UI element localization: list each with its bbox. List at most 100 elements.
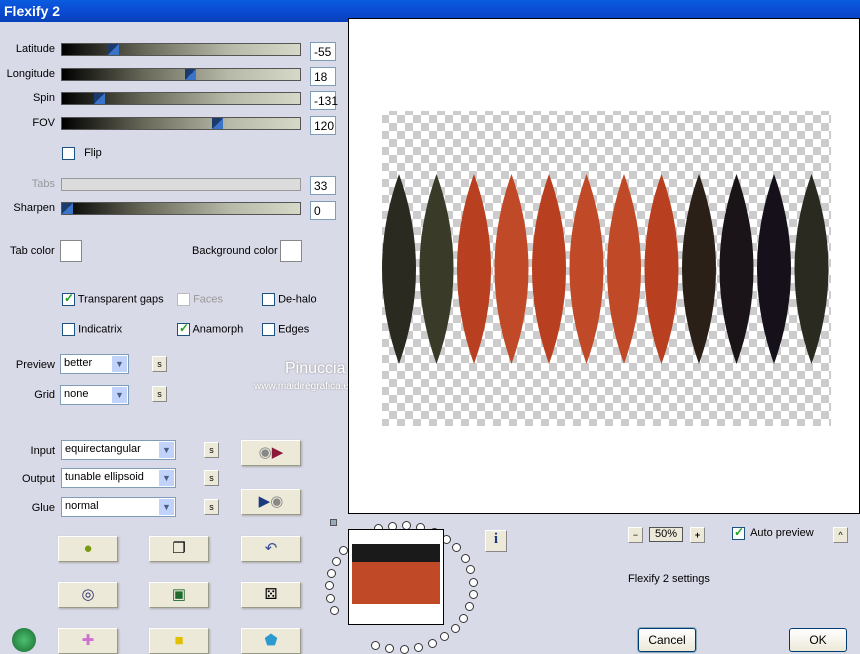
arrow-disc-icon: ◉	[270, 493, 284, 510]
navigator-handle[interactable]	[330, 519, 337, 526]
latitude-thumb[interactable]	[108, 44, 119, 55]
save-preset-button[interactable]: ▶◉	[241, 489, 301, 515]
grid-s-button[interactable]: s	[152, 386, 167, 402]
edges-checkbox[interactable]: Edges	[262, 323, 309, 336]
latitude-slider[interactable]	[61, 43, 301, 56]
load-preset-button[interactable]: ◉▶	[241, 440, 301, 466]
undo-button[interactable]: ↶	[241, 536, 301, 562]
de-halo-checkbox[interactable]: De-halo	[262, 293, 317, 306]
chevron-down-icon: ▼	[159, 470, 174, 486]
cross-button[interactable]: ✚	[58, 628, 118, 654]
preview-s-button[interactable]: s	[152, 356, 167, 372]
latitude-value[interactable]: -55	[310, 42, 336, 61]
navigator-dot[interactable]	[451, 624, 460, 633]
navigator-dot[interactable]	[460, 553, 470, 563]
input-s-button[interactable]: s	[204, 442, 219, 458]
glue-label: Glue	[31, 502, 55, 514]
auto-preview-label: Auto preview	[750, 527, 814, 540]
navigator-dot[interactable]	[399, 644, 409, 654]
spin-value[interactable]: -131	[310, 91, 338, 110]
preview-canvas[interactable]	[348, 18, 860, 514]
watermark-name: Pinuccia	[285, 360, 346, 377]
longitude-slider[interactable]	[61, 68, 301, 81]
zoom-in-button[interactable]: +	[690, 527, 705, 543]
copy-button[interactable]: ❐	[149, 536, 209, 562]
background-color-label: Background color	[192, 245, 278, 257]
navigator-dot[interactable]	[385, 644, 395, 654]
navigator-dot[interactable]	[468, 577, 478, 587]
disc-arrow-icon: ◉	[258, 444, 272, 461]
navigator-dot[interactable]	[414, 643, 424, 653]
input-select[interactable]: equirectangular ▼	[61, 440, 176, 460]
fov-slider[interactable]	[61, 117, 301, 130]
navigator-thumbnail[interactable]	[348, 529, 444, 625]
edges-label: Edges	[278, 323, 310, 336]
tab-color-label: Tab color	[10, 245, 55, 257]
fov-value[interactable]: 120	[310, 116, 336, 135]
navigator-dot[interactable]	[331, 557, 341, 567]
longitude-value[interactable]: 18	[310, 67, 336, 86]
random-button[interactable]: ⚄	[241, 582, 301, 608]
navigator-dot[interactable]	[468, 590, 478, 600]
navigator-dot[interactable]	[440, 632, 450, 642]
navigator-dot[interactable]	[338, 546, 348, 556]
faces-label: Faces	[193, 293, 224, 306]
brick-button[interactable]: ■	[149, 628, 209, 654]
de-halo-label: De-halo	[278, 293, 317, 306]
globe-button[interactable]: ●	[58, 536, 118, 562]
flip-checkbox[interactable]: Flip	[62, 147, 102, 160]
tab-color-swatch[interactable]	[60, 240, 82, 262]
sharpen-slider[interactable]	[61, 202, 301, 215]
transparent-gaps-label: Transparent gaps	[77, 293, 164, 306]
grid-select[interactable]: none ▼	[60, 385, 129, 405]
output-select[interactable]: tunable ellipsoid ▼	[61, 468, 176, 488]
fov-label: FOV	[32, 117, 55, 129]
sharpen-value[interactable]: 0	[310, 201, 336, 220]
navigator-dot[interactable]	[452, 543, 462, 553]
zoom-level: 50%	[649, 527, 683, 542]
sharpen-label: Sharpen	[13, 202, 55, 214]
anamorph-checkbox[interactable]: Anamorph	[177, 321, 244, 336]
auto-preview-checkbox[interactable]: Auto preview	[732, 525, 814, 540]
ring-icon: ◎	[81, 586, 95, 603]
navigator-dot[interactable]	[371, 640, 381, 650]
longitude-thumb[interactable]	[185, 69, 196, 80]
output-s-button[interactable]: s	[204, 470, 219, 486]
glue-select[interactable]: normal ▼	[61, 497, 176, 517]
preview-select[interactable]: better ▼	[60, 354, 129, 374]
input-label: Input	[30, 445, 55, 457]
plugin-logo-icon[interactable]	[12, 628, 36, 652]
info-button[interactable]: i	[485, 530, 507, 552]
spin-label: Spin	[32, 92, 55, 104]
navigator-dot[interactable]	[330, 605, 340, 615]
tabs-value[interactable]: 33	[310, 176, 336, 195]
navigator-dot[interactable]	[459, 613, 469, 623]
navigator-dot[interactable]	[465, 602, 475, 612]
anamorph-label: Anamorph	[192, 323, 244, 336]
zoom-out-button[interactable]: −	[628, 527, 643, 543]
indicatrix-checkbox[interactable]: Indicatrix	[62, 323, 122, 336]
background-color-swatch[interactable]	[280, 240, 302, 262]
cancel-button[interactable]: Cancel	[638, 628, 696, 652]
navigator-dot[interactable]	[325, 581, 335, 591]
glue-s-button[interactable]: s	[204, 499, 219, 515]
navigator-dot[interactable]	[427, 638, 437, 648]
fov-thumb[interactable]	[212, 118, 223, 129]
ring-button[interactable]: ◎	[58, 582, 118, 608]
settings-name: Flexify 2 settings	[628, 573, 710, 585]
navigator-dot[interactable]	[326, 568, 336, 578]
navigator-dot[interactable]	[466, 565, 476, 575]
chevron-down-icon: ▼	[159, 442, 174, 458]
spin-slider[interactable]	[61, 92, 301, 105]
flip-label: Flip	[84, 147, 102, 160]
collapse-button[interactable]: ^	[833, 527, 848, 543]
square-button[interactable]: ▣	[149, 582, 209, 608]
spin-thumb[interactable]	[94, 93, 105, 104]
navigator-dot[interactable]	[326, 593, 336, 603]
pentagon-button[interactable]: ⬟	[241, 628, 301, 654]
ok-button[interactable]: OK	[789, 628, 847, 652]
latitude-label: Latitude	[15, 43, 55, 55]
transparent-gaps-checkbox[interactable]: Transparent gaps	[62, 291, 164, 306]
sharpen-thumb[interactable]	[62, 203, 73, 214]
cross-icon: ✚	[81, 632, 95, 649]
